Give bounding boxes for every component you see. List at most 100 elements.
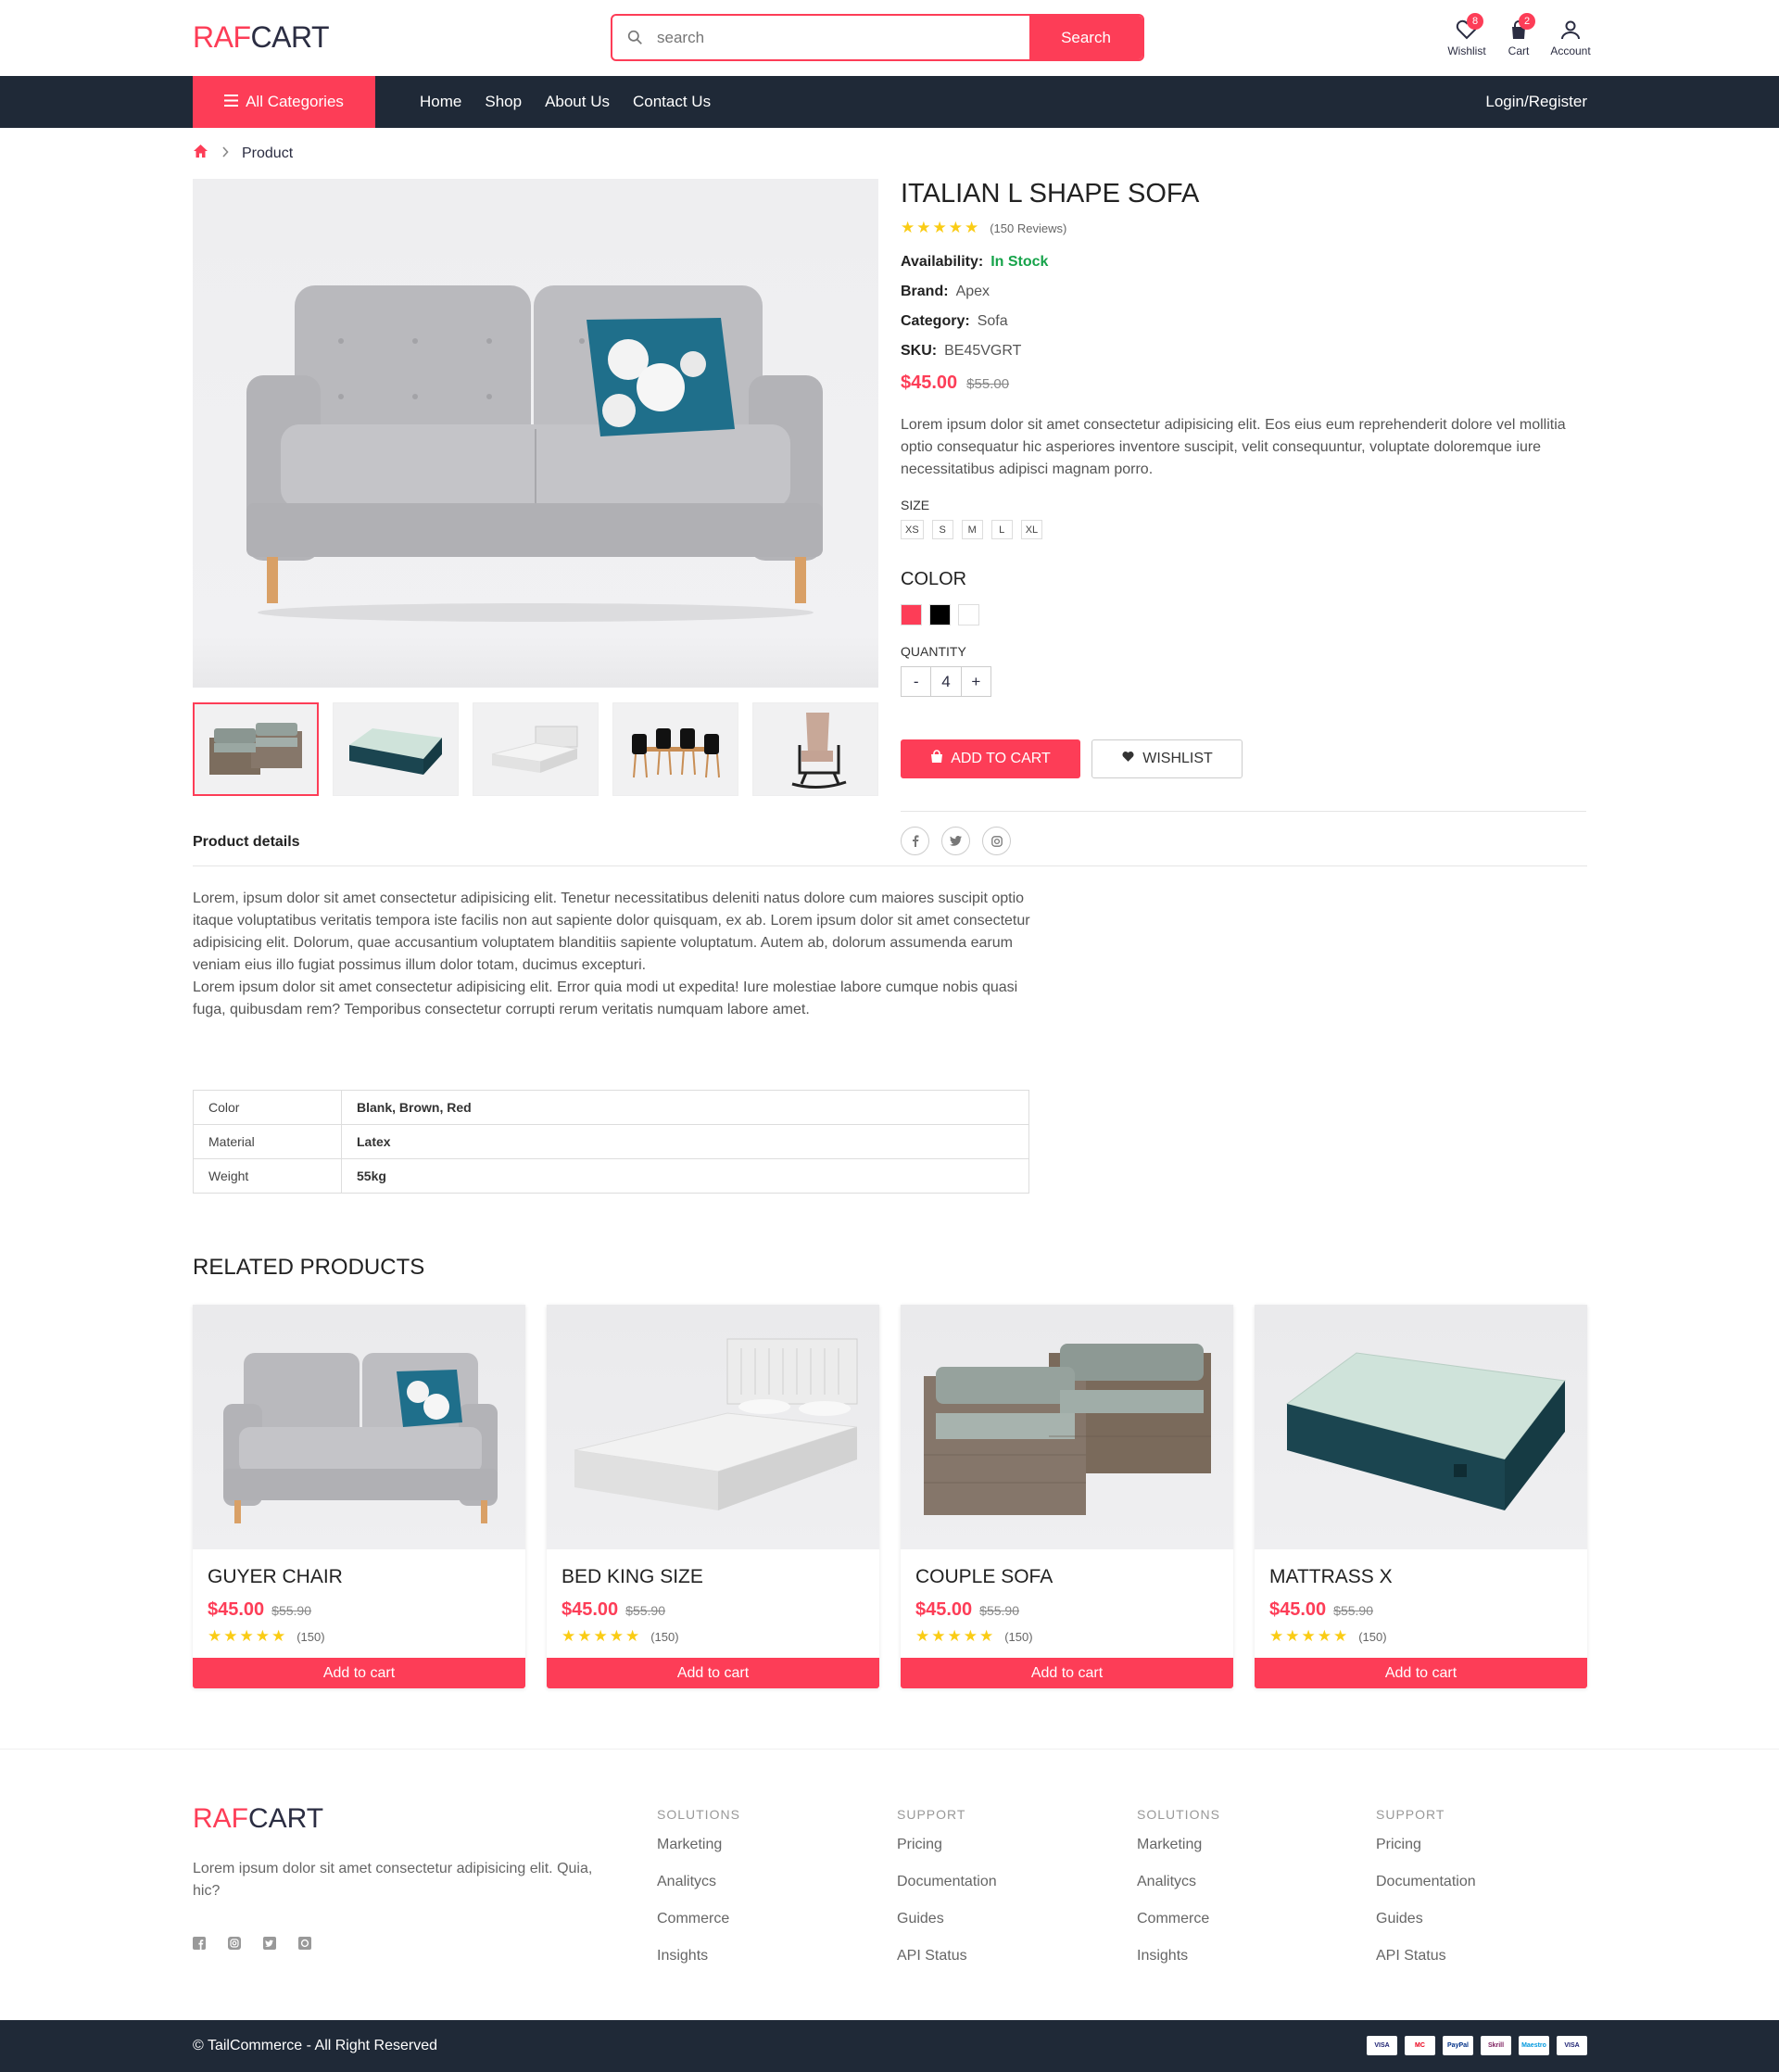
wishlist-count-badge: 8 — [1467, 13, 1483, 30]
nav-contact[interactable]: Contact Us — [633, 93, 711, 111]
nav-shop[interactable]: Shop — [485, 93, 522, 111]
search-button[interactable]: Search — [1029, 16, 1142, 59]
original-price: $55.00 — [966, 376, 1010, 392]
add-to-cart-button[interactable]: ADD TO CART — [901, 739, 1080, 778]
quantity-increase-button[interactable]: + — [960, 667, 990, 696]
product-card-name[interactable]: BED KING SIZE — [561, 1566, 703, 1588]
logo[interactable]: RAFCART — [193, 20, 330, 55]
product-card-name[interactable]: COUPLE SOFA — [915, 1566, 1053, 1588]
product-card: GUYER CHAIR $45.00 $55.90 ★★★★★ (150) Add … — [193, 1305, 525, 1688]
product-card-image[interactable] — [193, 1305, 525, 1549]
product-card-name[interactable]: MATTRASS X — [1269, 1566, 1393, 1588]
login-register-link[interactable]: Login/Register — [1485, 76, 1587, 128]
color-selector — [901, 604, 1586, 625]
add-to-cart-button[interactable]: Add to cart — [193, 1658, 525, 1688]
wishlist-link[interactable]: 8 Wishlist — [1447, 13, 1486, 57]
add-to-cart-button[interactable]: Add to cart — [901, 1658, 1233, 1688]
star-rating-icon: ★★★★★ — [561, 1627, 642, 1645]
product-card: BED KING SIZE $45.00 $55.90 ★★★★★ (150) Ad… — [547, 1305, 879, 1688]
twitter-icon[interactable] — [941, 827, 970, 855]
footer-link[interactable]: Pricing — [1376, 1837, 1589, 1874]
mastercard-icon: MC — [1405, 2036, 1435, 2055]
color-swatch-red[interactable] — [901, 604, 922, 625]
footer-column-solutions: SOLUTIONS Marketing Analitycs Commerce I… — [657, 1807, 870, 1985]
footer-link[interactable]: Documentation — [897, 1874, 1110, 1911]
footer-logo[interactable]: RAFCART — [193, 1803, 323, 1835]
product-card-rating: ★★★★★ (150) — [561, 1627, 679, 1645]
product-card-image[interactable] — [1255, 1305, 1587, 1549]
thumbnail-dining-set[interactable] — [612, 702, 738, 796]
footer-link[interactable]: Insights — [1137, 1948, 1350, 1985]
instagram-icon[interactable] — [228, 1937, 241, 1954]
wishlist-button[interactable]: WISHLIST — [1091, 739, 1243, 778]
site-header: RAFCART Search 8 Wishlist 2 Cart Account — [0, 0, 1779, 76]
nav-about[interactable]: About Us — [545, 93, 610, 111]
all-categories-button[interactable]: All Categories — [193, 76, 375, 128]
size-option-xl[interactable]: XL — [1020, 520, 1043, 539]
thumbnail-rattan-sofa[interactable] — [193, 702, 319, 796]
related-products-title: RELATED PRODUCTS — [193, 1255, 425, 1280]
footer-link[interactable]: Commerce — [657, 1911, 870, 1948]
color-swatch-black[interactable] — [929, 604, 951, 625]
thumbnail-rocking-chair[interactable] — [752, 702, 878, 796]
chevron-right-icon — [221, 145, 229, 162]
product-card-name[interactable]: GUYER CHAIR — [208, 1566, 343, 1588]
footer-column-solutions: SOLUTIONS Marketing Analitycs Commerce I… — [1137, 1807, 1350, 1985]
product-card-price: $45.00 $55.90 — [1269, 1599, 1373, 1620]
footer-link[interactable]: API Status — [897, 1948, 1110, 1985]
github-icon[interactable] — [298, 1937, 311, 1954]
account-link[interactable]: Account — [1550, 15, 1591, 57]
footer-description: Lorem ipsum dolor sit amet consectetur a… — [193, 1861, 593, 1899]
thumbnail-bed[interactable] — [473, 702, 599, 796]
add-to-cart-button[interactable]: Add to cart — [547, 1658, 879, 1688]
thumbnail-mattress[interactable] — [333, 702, 459, 796]
wishlist-label: Wishlist — [1447, 44, 1486, 57]
product-card-image[interactable] — [901, 1305, 1233, 1549]
twitter-icon[interactable] — [263, 1937, 276, 1954]
product-details-title: Product details — [193, 834, 300, 850]
footer-link[interactable]: Guides — [1376, 1911, 1589, 1948]
color-swatch-white[interactable] — [958, 604, 979, 625]
footer-link[interactable]: Guides — [897, 1911, 1110, 1948]
footer-link[interactable]: Analitycs — [657, 1874, 870, 1911]
size-option-xs[interactable]: XS — [901, 520, 924, 539]
user-icon — [1560, 15, 1581, 44]
add-to-cart-button[interactable]: Add to cart — [1255, 1658, 1587, 1688]
size-option-l[interactable]: L — [990, 520, 1013, 539]
breadcrumb-current: Product — [242, 145, 294, 161]
copyright-bar: © TailCommerce - All Right Reserved VISA… — [0, 2020, 1779, 2072]
size-option-s[interactable]: S — [931, 520, 953, 539]
details-paragraph: Lorem ipsum dolor sit amet consectetur a… — [193, 979, 1018, 1017]
visa-electron-icon: VISA — [1557, 2036, 1587, 2055]
product-card-image[interactable] — [547, 1305, 879, 1549]
quantity-value[interactable]: 4 — [930, 667, 960, 696]
size-option-m[interactable]: M — [961, 520, 983, 539]
product-rating: ★★★★★ (150 Reviews) — [901, 219, 1586, 237]
footer-link[interactable]: Insights — [657, 1948, 870, 1985]
product-card-rating: ★★★★★ (150) — [915, 1627, 1033, 1645]
product-card-price: $45.00 $55.90 — [208, 1599, 311, 1620]
footer-link[interactable]: Analitycs — [1137, 1874, 1350, 1911]
footer-link[interactable]: Marketing — [1137, 1837, 1350, 1874]
footer-link[interactable]: API Status — [1376, 1948, 1589, 1985]
facebook-icon[interactable] — [193, 1937, 206, 1954]
footer-link[interactable]: Marketing — [657, 1837, 870, 1874]
quantity-decrease-button[interactable]: - — [902, 667, 930, 696]
footer-link[interactable]: Documentation — [1376, 1874, 1589, 1911]
instagram-icon[interactable] — [982, 827, 1011, 855]
breadcrumb: Product — [193, 144, 293, 163]
main-nav: All Categories Home Shop About Us Contac… — [0, 76, 1779, 128]
product-description: Lorem ipsum dolor sit amet consectetur a… — [901, 417, 1566, 477]
footer-link[interactable]: Pricing — [897, 1837, 1110, 1874]
cart-link[interactable]: 2 Cart — [1502, 13, 1535, 57]
facebook-icon[interactable] — [901, 827, 929, 855]
home-icon[interactable] — [193, 144, 208, 163]
review-count[interactable]: (150 Reviews) — [990, 221, 1066, 235]
skrill-icon: Skrill — [1481, 2036, 1511, 2055]
quantity-stepper: - 4 + — [901, 666, 991, 697]
size-selector: SIZE XS S M L XL — [901, 498, 1586, 539]
search-input[interactable] — [657, 16, 1029, 59]
footer-link[interactable]: Commerce — [1137, 1911, 1350, 1948]
product-card-price: $45.00 $55.90 — [561, 1599, 665, 1620]
nav-home[interactable]: Home — [420, 93, 461, 111]
